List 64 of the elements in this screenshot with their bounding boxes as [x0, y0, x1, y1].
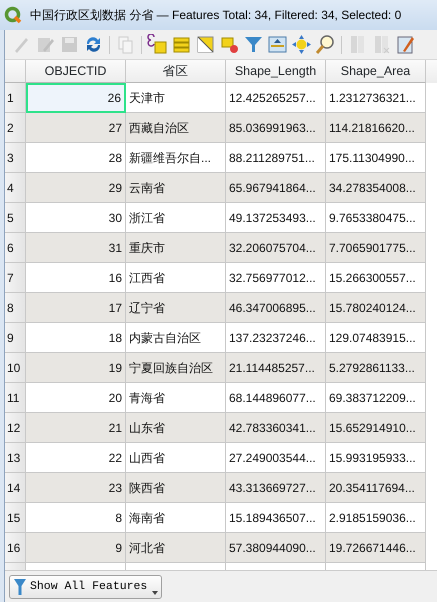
table-cell: 19 [26, 353, 126, 383]
table-cell: 57.380944090... [226, 533, 326, 563]
table-cell: 32.206075704... [226, 233, 326, 263]
table-cell: 5.2792861133... [326, 353, 426, 383]
row-number[interactable]: 2 [5, 113, 26, 143]
move-top-icon[interactable] [267, 34, 288, 55]
table-cell: 23 [26, 473, 126, 503]
pan-icon[interactable] [291, 34, 312, 55]
column-header[interactable]: Shape_Area [326, 60, 426, 83]
table-cell: 15.652914910... [326, 413, 426, 443]
field-calculator-icon[interactable] [395, 34, 416, 55]
table-cell: 26 [26, 83, 126, 113]
row-number[interactable]: 10 [5, 353, 26, 383]
table-cell: 辽宁省 [126, 293, 226, 323]
table-cell: 20.354117694... [326, 473, 426, 503]
row-number[interactable]: 4 [5, 173, 26, 203]
filter-icon [14, 578, 26, 596]
table-cell: 陕西省 [126, 473, 226, 503]
row-number[interactable]: 14 [5, 473, 26, 503]
table-cell: 15.780240124... [326, 293, 426, 323]
table-cell: 17 [26, 293, 126, 323]
table-cell: 云南省 [126, 173, 226, 203]
row-number[interactable]: 1 [5, 83, 26, 113]
caret-icon [152, 590, 158, 594]
window-title: 中国行政区划数据 分省 — Features Total: 34, Filtered: 34, Selected: 0 [30, 7, 402, 24]
row-number[interactable]: 8 [5, 293, 26, 323]
app-logo-icon [4, 6, 22, 24]
table-cell: 27 [26, 113, 126, 143]
row-number[interactable]: 5 [5, 203, 26, 233]
table-cell: 河北省 [126, 533, 226, 563]
row-number[interactable]: 15 [5, 503, 26, 533]
table-cell: 85.036991963... [226, 113, 326, 143]
table-cell: 114.21816620... [326, 113, 426, 143]
table-cell: 29 [26, 173, 126, 203]
row-number[interactable]: 6 [5, 233, 26, 263]
row-number[interactable]: 16 [5, 533, 26, 563]
table-cell: 山东省 [126, 413, 226, 443]
table-cell: 宁夏回族自治区 [126, 353, 226, 383]
row-number[interactable]: 9 [5, 323, 26, 353]
show-features-button[interactable]: Show All Features [9, 574, 162, 598]
table-cell: 31 [26, 233, 126, 263]
row-number[interactable]: 7 [5, 263, 26, 293]
table-cell: 34.278354008... [326, 173, 426, 203]
column-header[interactable]: Shape_Length [226, 60, 326, 83]
table-cell: 7.7065901775... [326, 233, 426, 263]
column-header[interactable]: 省区 [126, 60, 226, 83]
table-cell: 42.783360341... [226, 413, 326, 443]
table-cell: 西藏自治区 [126, 113, 226, 143]
table-cell: 65.967941864... [226, 173, 326, 203]
filter-icon[interactable] [243, 34, 264, 55]
row-number[interactable]: 11 [5, 383, 26, 413]
zoom-icon[interactable] [315, 34, 336, 55]
table-cell: 19.726671446... [326, 533, 426, 563]
expression-select-icon[interactable] [147, 34, 168, 55]
row-number[interactable]: 12 [5, 413, 26, 443]
table-cell: 9 [26, 533, 126, 563]
row-number[interactable]: 3 [5, 143, 26, 173]
table-cell: 43.313669727... [226, 473, 326, 503]
invert-icon[interactable] [195, 34, 216, 55]
table-cell: 46.347006895... [226, 293, 326, 323]
table-cell: 重庆市 [126, 233, 226, 263]
table-cell: 21 [26, 413, 126, 443]
row-number[interactable]: 13 [5, 443, 26, 473]
table-cell: 21.114485257... [226, 353, 326, 383]
